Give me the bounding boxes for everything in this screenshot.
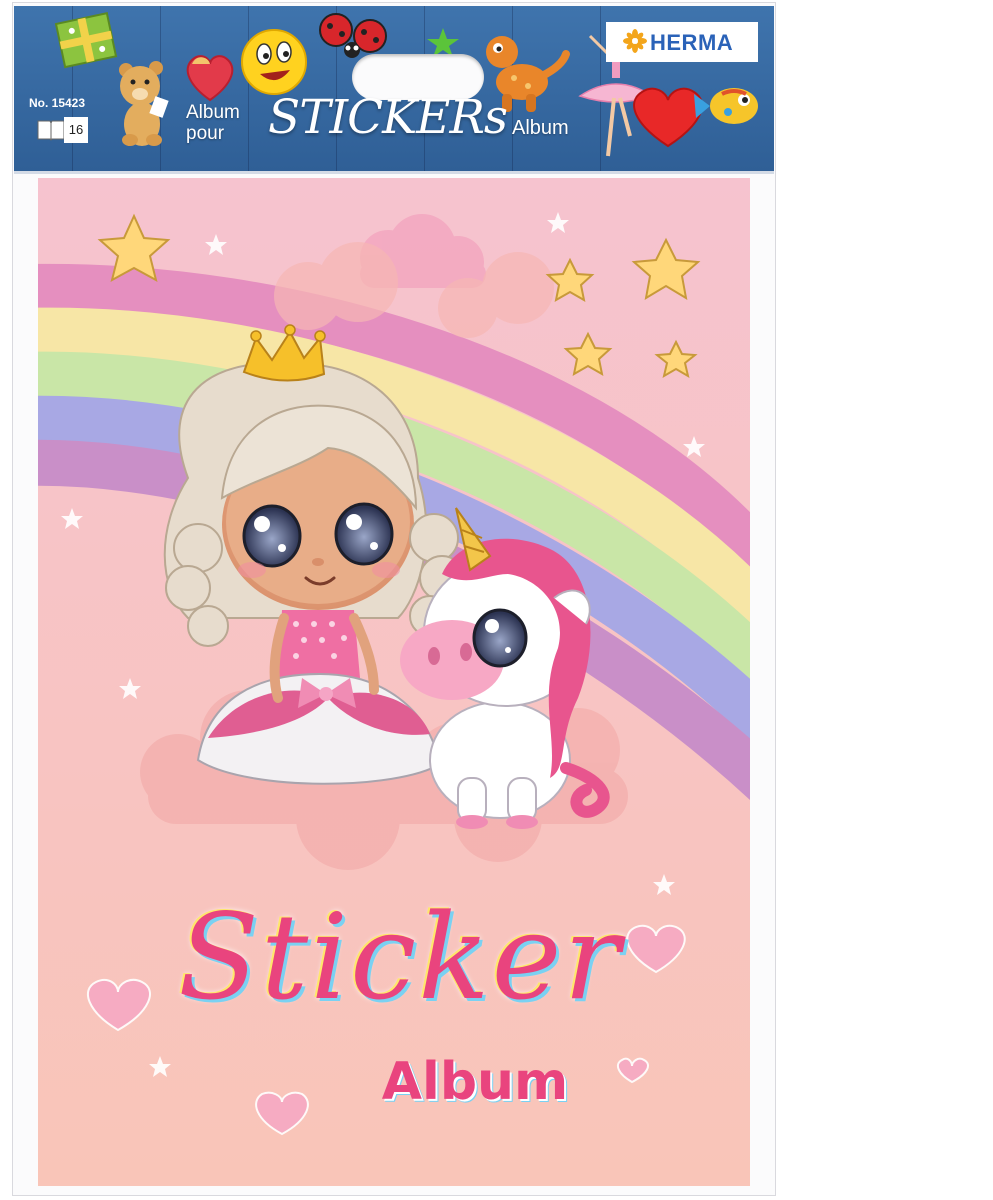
header-title-suffix: Album [512, 117, 569, 139]
cover-illustration [38, 178, 750, 1186]
herma-logo-icon [623, 29, 647, 53]
page-count: 16 [64, 117, 88, 143]
brand-name: HERMA [650, 30, 734, 55]
album-cover [38, 178, 750, 1186]
smiley-icon [241, 29, 307, 95]
open-book-icon [37, 120, 65, 141]
cover-subtitle: Album [381, 1052, 569, 1112]
star-icon [427, 28, 459, 57]
header-title-left: Album pour [186, 102, 240, 144]
header-title-main: STICKERs [268, 90, 508, 145]
title-line-1: Album [186, 102, 240, 123]
product-number: No. 15423 [29, 96, 86, 110]
teddy-bear-icon [119, 61, 169, 146]
fish-icon [694, 88, 758, 124]
red-heart-icon [633, 87, 703, 148]
heart-sticker-icon [186, 55, 234, 102]
title-line-2: pour [186, 123, 225, 144]
cover-title: Sticker [178, 888, 622, 1026]
gift-box-icon [54, 12, 118, 69]
ladybug-icon [319, 13, 387, 58]
